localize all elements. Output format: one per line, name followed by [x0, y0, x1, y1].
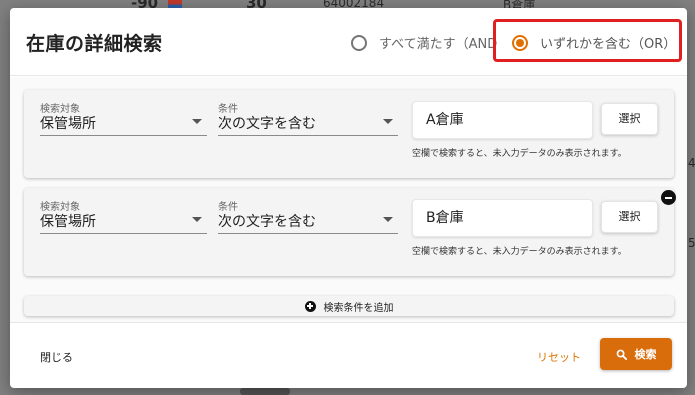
- match-all-label: すべて満たす（AND: [379, 37, 498, 52]
- bg-value: 50: [688, 236, 695, 250]
- select-button[interactable]: 選択: [601, 103, 658, 135]
- search-target-value: 保管場所: [40, 214, 96, 230]
- operator-value: 次の文字を含む: [218, 116, 316, 132]
- search-button-label: 検索: [634, 348, 657, 361]
- dialog-title: 在庫の詳細検索: [26, 33, 163, 55]
- empty-search-hint: 空欄で検索すると、未入力データのみ表示されます。: [412, 247, 627, 257]
- add-condition-button[interactable]: 検索条件を追加: [24, 296, 674, 316]
- condition-row: 検索対象 保管場所 条件 次の文字を含む A倉庫 選択 空欄で検索すると、未入力…: [24, 90, 674, 178]
- search-target-select[interactable]: 検索対象 保管場所: [40, 198, 207, 234]
- operator-select[interactable]: 条件 次の文字を含む: [218, 198, 398, 234]
- match-any-label: いずれかを含む（OR）: [540, 37, 677, 52]
- search-button[interactable]: 検索: [600, 338, 672, 370]
- search-target-select[interactable]: 検索対象 保管場所: [40, 100, 207, 136]
- search-icon: [616, 349, 627, 360]
- empty-search-hint: 空欄で検索すると、未入力データのみ表示されます。: [412, 149, 627, 159]
- advanced-search-dialog: 在庫の詳細検索 すべて満たす（AND いずれかを含む（OR） 検索対象 保管場所…: [10, 8, 687, 388]
- search-target-value: 保管場所: [40, 116, 96, 132]
- reset-button[interactable]: リセット: [537, 349, 581, 365]
- condition-row: 検索対象 保管場所 条件 次の文字を含む B倉庫 選択 空欄で検索すると、未入力…: [24, 188, 674, 276]
- operator-select[interactable]: 条件 次の文字を含む: [218, 100, 398, 136]
- remove-condition-icon[interactable]: [661, 190, 676, 205]
- dropdown-arrow-icon: [192, 217, 202, 222]
- condition-value-input[interactable]: A倉庫: [412, 101, 593, 139]
- match-all-radio[interactable]: すべて満たす（AND: [351, 33, 497, 52]
- dropdown-arrow-icon: [383, 217, 393, 222]
- dropdown-arrow-icon: [192, 119, 202, 124]
- dialog-header: 在庫の詳細検索 すべて満たす（AND いずれかを含む（OR）: [10, 8, 687, 76]
- bg-scroll-handle: [240, 388, 290, 395]
- operator-value: 次の文字を含む: [218, 214, 316, 230]
- dropdown-arrow-icon: [383, 119, 393, 124]
- plus-circle-icon: [304, 300, 316, 312]
- add-condition-label: 検索条件を追加: [323, 302, 394, 314]
- select-button[interactable]: 選択: [601, 201, 658, 233]
- radio-unchecked-icon: [351, 34, 367, 51]
- condition-value-input[interactable]: B倉庫: [412, 199, 593, 237]
- bg-value: 40: [688, 156, 695, 170]
- close-button[interactable]: 閉じる: [40, 349, 73, 365]
- radio-checked-icon: [512, 34, 528, 51]
- match-any-radio[interactable]: いずれかを含む（OR）: [512, 33, 676, 52]
- conditions-area: 検索対象 保管場所 条件 次の文字を含む A倉庫 選択 空欄で検索すると、未入力…: [10, 77, 687, 323]
